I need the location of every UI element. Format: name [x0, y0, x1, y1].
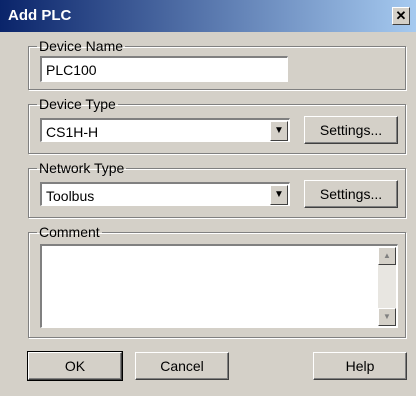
- device-type-label: Device Type: [39, 96, 116, 112]
- network-type-select[interactable]: Toolbus ▼: [40, 182, 290, 206]
- network-type-settings-button[interactable]: Settings...: [304, 180, 398, 208]
- device-type-select[interactable]: CS1H-H ▼: [40, 118, 290, 142]
- chevron-down-icon[interactable]: ▼: [270, 121, 288, 141]
- close-icon: ✕: [395, 8, 407, 23]
- window-title: Add PLC: [8, 7, 72, 24]
- device-name-input[interactable]: [40, 56, 288, 82]
- scroll-up-icon[interactable]: ▲: [378, 247, 396, 265]
- comment-textarea[interactable]: ▲ ▼: [40, 244, 398, 328]
- scroll-down-icon[interactable]: ▼: [378, 308, 396, 326]
- network-type-label: Network Type: [39, 160, 125, 176]
- device-type-settings-button[interactable]: Settings...: [304, 116, 398, 144]
- title-bar[interactable]: Add PLC ✕: [0, 0, 416, 32]
- close-button[interactable]: ✕: [392, 7, 410, 25]
- add-plc-dialog: Add PLC ✕ Device Name Device Type CS1H-H…: [0, 0, 416, 396]
- comment-label: Comment: [39, 224, 100, 240]
- comment-scrollbar[interactable]: ▲ ▼: [378, 247, 396, 326]
- device-name-label: Device Name: [39, 38, 124, 54]
- chevron-down-icon[interactable]: ▼: [270, 185, 288, 205]
- ok-button[interactable]: OK: [27, 351, 123, 381]
- device-type-value: CS1H-H: [46, 124, 99, 140]
- cancel-button[interactable]: Cancel: [135, 352, 229, 380]
- network-type-value: Toolbus: [46, 188, 95, 204]
- help-button[interactable]: Help: [313, 352, 407, 380]
